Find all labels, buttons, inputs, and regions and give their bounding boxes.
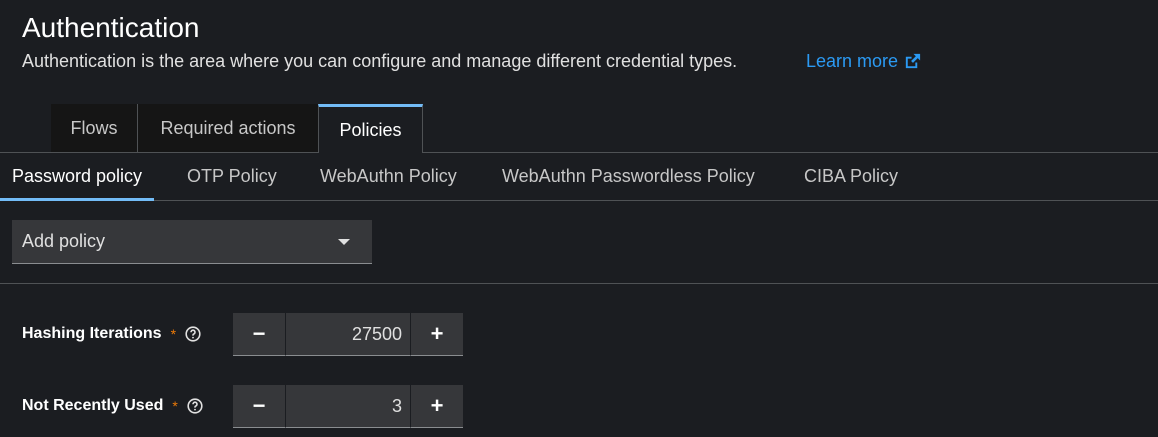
decrement-button[interactable]: −: [233, 385, 285, 428]
increment-button[interactable]: +: [411, 385, 463, 428]
add-policy-label: Add policy: [22, 231, 106, 251]
subtab-ciba-policy[interactable]: CIBA Policy: [804, 153, 898, 200]
subtab-password-policy[interactable]: Password policy: [0, 153, 155, 201]
not-recently-used-row: Not Recently Used * − 3 +: [0, 385, 1158, 428]
tab-flows[interactable]: Flows: [51, 104, 138, 152]
subtab-webauthn-passwordless-policy[interactable]: WebAuthn Passwordless Policy: [502, 153, 755, 200]
hashing-iterations-label-group: Hashing Iterations *: [22, 325, 201, 343]
learn-more-link[interactable]: Learn more: [806, 51, 922, 72]
page-header: Authentication Authentication is the are…: [0, 0, 1158, 104]
help-icon[interactable]: [187, 398, 203, 414]
help-icon[interactable]: [185, 326, 201, 342]
required-marker: *: [172, 398, 178, 414]
external-link-icon: [905, 53, 921, 69]
not-recently-used-input[interactable]: 3: [285, 385, 411, 428]
tab-required-actions[interactable]: Required actions: [138, 104, 319, 152]
decrement-button[interactable]: −: [233, 313, 285, 356]
not-recently-used-stepper: − 3 +: [233, 385, 463, 428]
main-tabs: Flows Required actions Policies: [0, 104, 1158, 153]
page-description: Authentication is the area where you can…: [22, 51, 738, 71]
hashing-iterations-input[interactable]: 27500: [285, 313, 411, 356]
not-recently-used-label: Not Recently Used: [22, 397, 164, 414]
policy-subtabs: Password policy OTP Policy WebAuthn Poli…: [0, 153, 1158, 201]
increment-button[interactable]: +: [411, 313, 463, 356]
learn-more-label: Learn more: [806, 51, 899, 71]
section-divider: [0, 283, 1158, 284]
required-marker: *: [170, 326, 177, 342]
subtab-otp-policy[interactable]: OTP Policy: [187, 153, 277, 200]
page-title: Authentication: [22, 12, 200, 43]
hashing-iterations-label: Hashing Iterations: [22, 325, 162, 342]
add-policy-dropdown[interactable]: Add policy: [12, 220, 372, 264]
not-recently-used-label-group: Not Recently Used *: [22, 397, 203, 415]
subtab-webauthn-policy[interactable]: WebAuthn Policy: [320, 153, 457, 200]
tab-policies[interactable]: Policies: [318, 104, 423, 153]
hashing-iterations-stepper: − 27500 +: [233, 313, 463, 356]
caret-down-icon: [338, 239, 350, 245]
hashing-iterations-row: Hashing Iterations * − 27500 +: [0, 313, 1158, 356]
